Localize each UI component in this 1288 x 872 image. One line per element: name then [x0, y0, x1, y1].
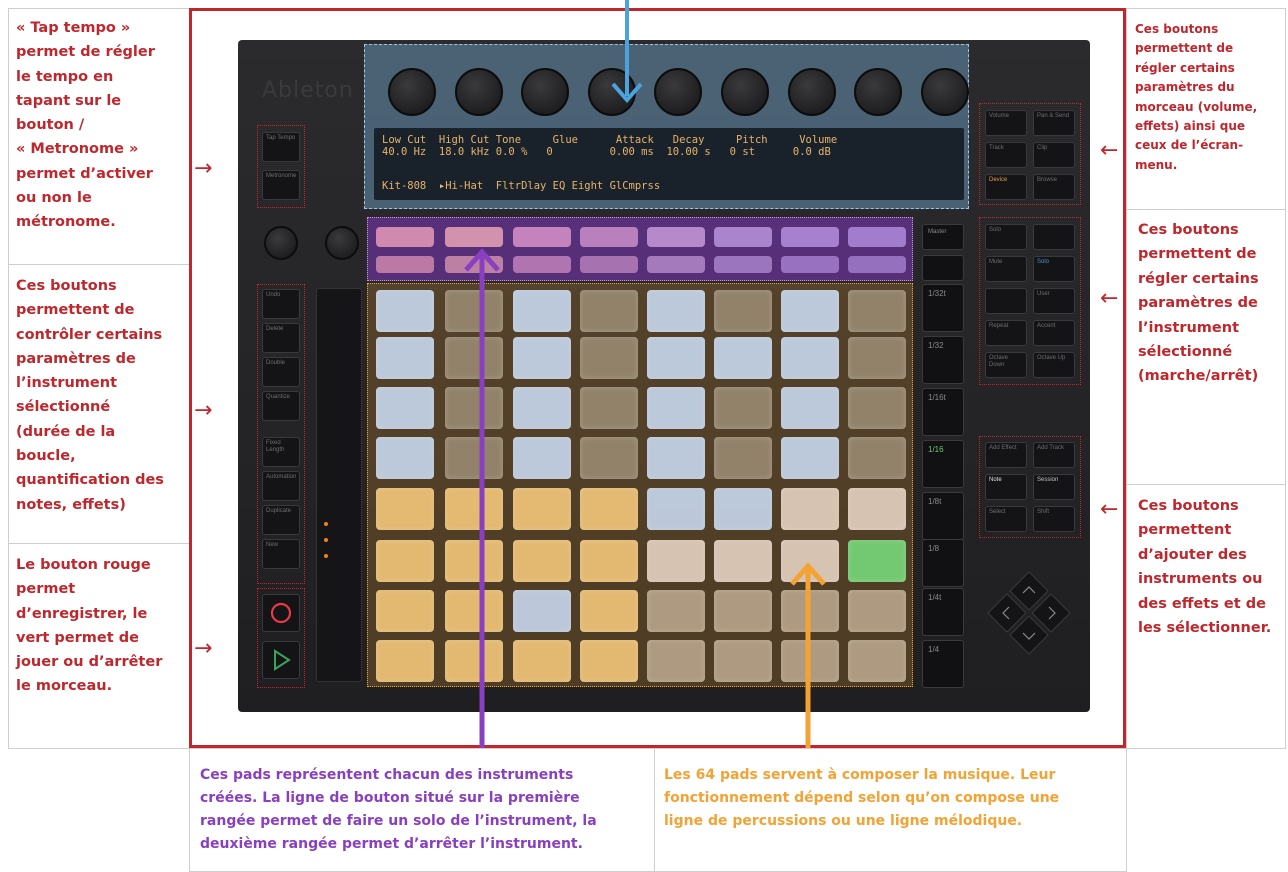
orange-arrow-icon [790, 562, 826, 748]
blue-arrow-icon [611, 0, 643, 104]
pointer-arrows [464, 0, 826, 748]
purple-arrow-icon [464, 248, 500, 748]
